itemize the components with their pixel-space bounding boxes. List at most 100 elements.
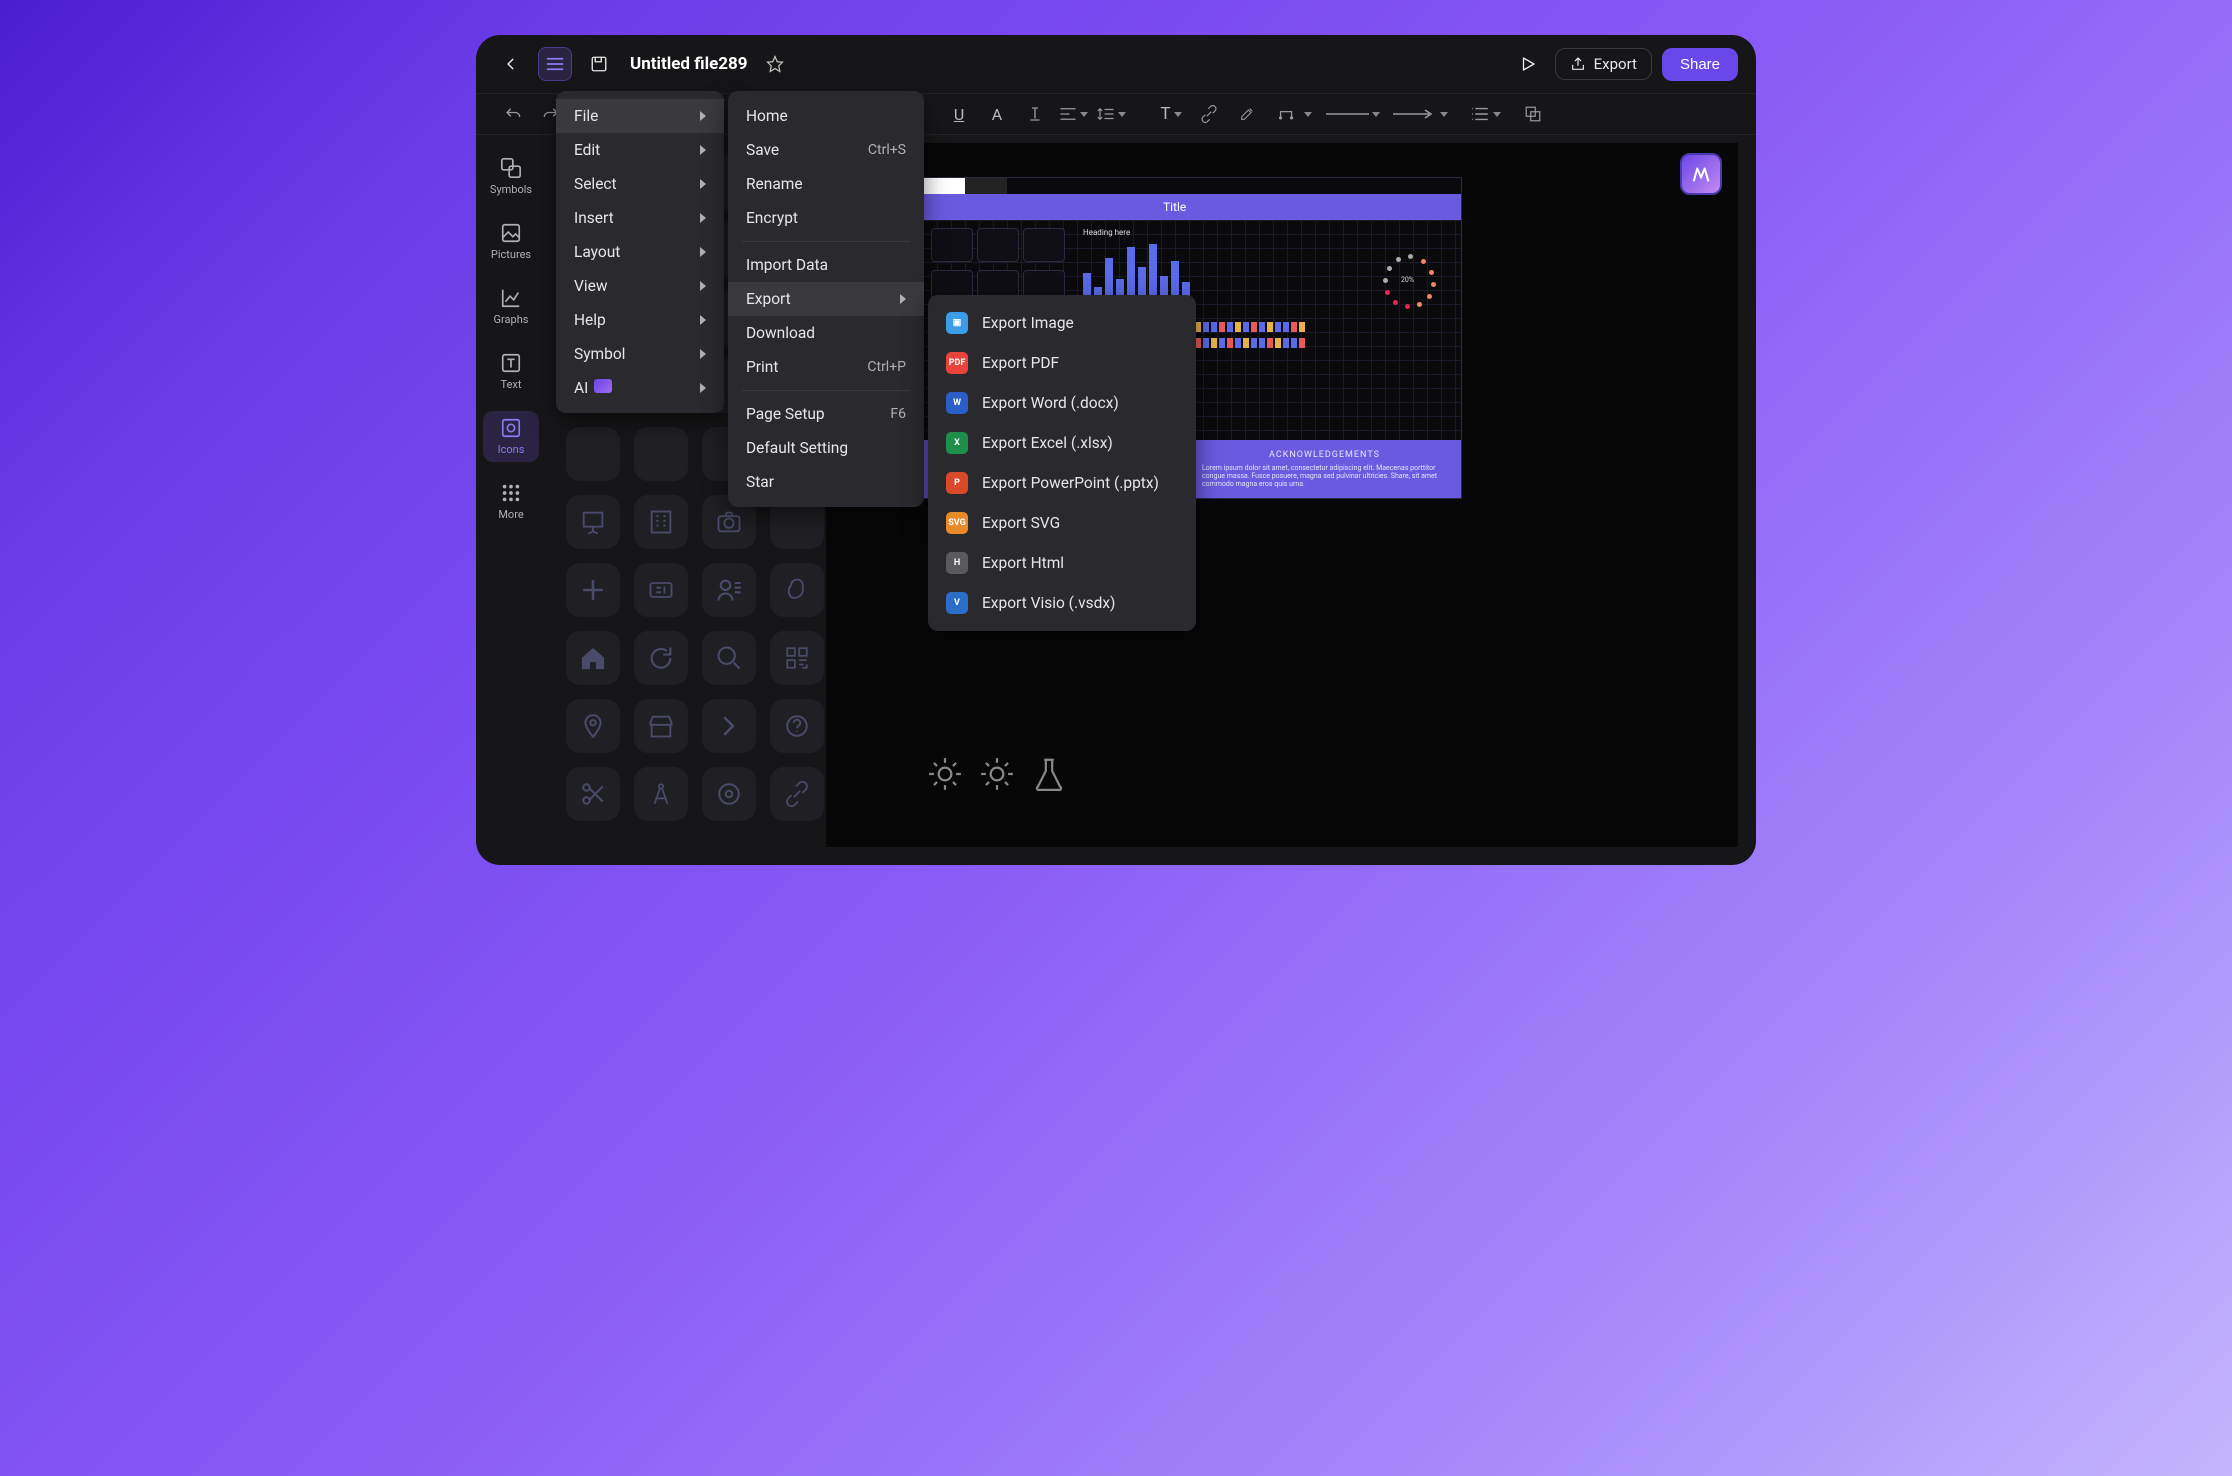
ai-badge-icon bbox=[594, 379, 612, 393]
icon-cell[interactable] bbox=[566, 427, 620, 481]
icon-cell-disc[interactable] bbox=[702, 767, 756, 821]
menu-label: Export bbox=[746, 290, 791, 308]
icon-cell-store[interactable] bbox=[634, 699, 688, 753]
export-excel[interactable]: XExport Excel (.xlsx) bbox=[928, 423, 1196, 463]
dot-ring-chart: 20% bbox=[1383, 254, 1437, 308]
layers-button[interactable] bbox=[1516, 99, 1550, 129]
menu-print[interactable]: PrintCtrl+P bbox=[728, 350, 924, 384]
text-tool[interactable]: T bbox=[1154, 99, 1188, 129]
text-effect-button[interactable] bbox=[1018, 99, 1052, 129]
arrow-style-button[interactable] bbox=[1384, 99, 1454, 129]
chevron-right-icon bbox=[700, 383, 706, 393]
icon-cell-help[interactable] bbox=[770, 699, 824, 753]
icon-cell-building[interactable] bbox=[634, 495, 688, 549]
export-icon bbox=[1570, 56, 1586, 72]
menu-encrypt[interactable]: Encrypt bbox=[728, 201, 924, 235]
menu-label: AI bbox=[574, 379, 588, 397]
icon-cell-penguin[interactable] bbox=[770, 563, 824, 617]
stroke-style-button[interactable] bbox=[1326, 99, 1380, 129]
menu-layout[interactable]: Layout bbox=[556, 235, 724, 269]
share-button[interactable]: Share bbox=[1662, 48, 1738, 81]
nav-graphs[interactable]: Graphs bbox=[483, 281, 539, 332]
export-svg[interactable]: SVGExport SVG bbox=[928, 503, 1196, 543]
doc-tabs bbox=[923, 178, 1461, 194]
menu-download[interactable]: Download bbox=[728, 316, 924, 350]
chevron-right-icon bbox=[700, 281, 706, 291]
gear-icon bbox=[926, 755, 964, 793]
doc-title-bar: Title bbox=[923, 194, 1461, 220]
nav-more[interactable]: More bbox=[483, 476, 539, 527]
menu-rename[interactable]: Rename bbox=[728, 167, 924, 201]
menu-insert[interactable]: Insert bbox=[556, 201, 724, 235]
main-menu-button[interactable] bbox=[538, 47, 572, 81]
brand-badge[interactable] bbox=[1680, 153, 1722, 195]
icon-cell-home[interactable] bbox=[566, 631, 620, 685]
nav-symbols[interactable]: Symbols bbox=[483, 151, 539, 202]
icon-cell-link[interactable] bbox=[770, 767, 824, 821]
icon-cell-refresh[interactable] bbox=[634, 631, 688, 685]
icon-cell-user[interactable] bbox=[702, 563, 756, 617]
icon-cell-pin[interactable] bbox=[566, 699, 620, 753]
doc-tab[interactable] bbox=[923, 178, 965, 194]
chevron-right-icon bbox=[900, 294, 906, 304]
line-spacing-button[interactable] bbox=[1094, 99, 1128, 129]
icon-cell-search[interactable] bbox=[702, 631, 756, 685]
export-html[interactable]: HExport Html bbox=[928, 543, 1196, 583]
doc-tab[interactable] bbox=[965, 178, 1007, 194]
connector-tool[interactable] bbox=[1268, 99, 1322, 129]
chevron-right-icon bbox=[700, 213, 706, 223]
menu-view[interactable]: View bbox=[556, 269, 724, 303]
icon-cell-compass[interactable] bbox=[634, 767, 688, 821]
menu-export[interactable]: Export bbox=[728, 282, 924, 316]
menu-home[interactable]: Home bbox=[728, 99, 924, 133]
menu-symbol[interactable]: Symbol bbox=[556, 337, 724, 371]
icon-cell-chevron[interactable] bbox=[702, 699, 756, 753]
back-button[interactable] bbox=[494, 47, 528, 81]
icon-cell-qr[interactable] bbox=[770, 631, 824, 685]
menu-page-setup[interactable]: Page SetupF6 bbox=[728, 397, 924, 431]
menu-star[interactable]: Star bbox=[728, 465, 924, 499]
chevron-right-icon bbox=[700, 179, 706, 189]
eyedropper-tool[interactable] bbox=[1230, 99, 1264, 129]
export-powerpoint[interactable]: PExport PowerPoint (.pptx) bbox=[928, 463, 1196, 503]
nav-text[interactable]: Text bbox=[483, 346, 539, 397]
font-color-button[interactable]: A bbox=[980, 99, 1014, 129]
icon-cell[interactable] bbox=[634, 427, 688, 481]
menu-save[interactable]: SaveCtrl+S bbox=[728, 133, 924, 167]
menu-edit[interactable]: Edit bbox=[556, 133, 724, 167]
align-button[interactable] bbox=[1056, 99, 1090, 129]
menu-select[interactable]: Select bbox=[556, 167, 724, 201]
menu-label: Import Data bbox=[746, 256, 828, 274]
export-word[interactable]: WExport Word (.docx) bbox=[928, 383, 1196, 423]
icon-cell-currency[interactable] bbox=[634, 563, 688, 617]
export-pdf[interactable]: PDFExport PDF bbox=[928, 343, 1196, 383]
save-icon[interactable] bbox=[582, 47, 616, 81]
undo-button[interactable] bbox=[496, 99, 530, 129]
nav-pictures[interactable]: Pictures bbox=[483, 216, 539, 267]
icon-cell-scissors[interactable] bbox=[566, 767, 620, 821]
menu-file[interactable]: File bbox=[556, 99, 724, 133]
star-button[interactable] bbox=[758, 47, 792, 81]
menu-ai[interactable]: AI bbox=[556, 371, 724, 405]
underline-button[interactable]: U bbox=[942, 99, 976, 129]
play-button[interactable] bbox=[1511, 47, 1545, 81]
menu-label: Select bbox=[574, 175, 617, 193]
menu-label: Export Visio (.vsdx) bbox=[982, 594, 1115, 612]
menu-import-data[interactable]: Import Data bbox=[728, 248, 924, 282]
icon-cell-presentation[interactable] bbox=[566, 495, 620, 549]
export-image[interactable]: ▣Export Image bbox=[928, 303, 1196, 343]
menu-label: Home bbox=[746, 107, 788, 125]
menu-label: Export PowerPoint (.pptx) bbox=[982, 474, 1159, 492]
menu-label: Page Setup bbox=[746, 405, 825, 423]
link-button[interactable] bbox=[1192, 99, 1226, 129]
icon-cell-plus[interactable] bbox=[566, 563, 620, 617]
export-visio[interactable]: VExport Visio (.vsdx) bbox=[928, 583, 1196, 623]
list-button[interactable] bbox=[1458, 99, 1512, 129]
menu-label: File bbox=[574, 107, 598, 125]
nav-label: Pictures bbox=[491, 248, 531, 261]
menu-default-setting[interactable]: Default Setting bbox=[728, 431, 924, 465]
export-button[interactable]: Export bbox=[1555, 48, 1652, 80]
document-title[interactable]: Untitled file289 bbox=[630, 54, 748, 74]
nav-icons[interactable]: Icons bbox=[483, 411, 539, 462]
menu-help[interactable]: Help bbox=[556, 303, 724, 337]
